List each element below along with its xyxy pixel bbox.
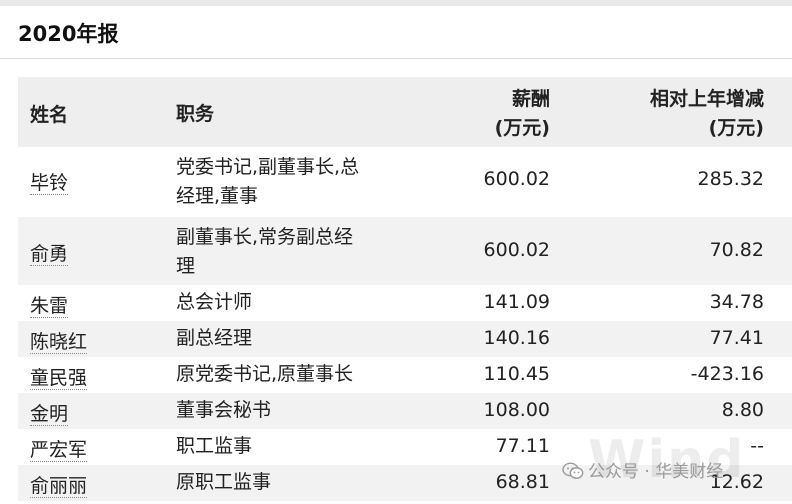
watermark-text: 公众号 · 华美财经 — [588, 462, 724, 482]
row-change: -- — [750, 435, 764, 457]
page-title: 2020年报 — [18, 22, 119, 46]
row-position: 总会计师 — [176, 291, 253, 313]
header-pay-unit: (万元) — [494, 117, 550, 139]
table-row: 朱雷 总会计师 141.09 34.78 — [18, 285, 792, 321]
row-pay: 141.09 — [483, 291, 550, 313]
row-pay: 68.81 — [495, 471, 550, 493]
row-position: 原党委书记,原董事长 — [176, 363, 354, 385]
table-row: 毕铃 党委书记,副董事长,总 经理,董事 600.02 285.32 — [18, 147, 792, 217]
row-name[interactable]: 陈晓红 — [30, 327, 88, 354]
row-name[interactable]: 毕铃 — [30, 168, 69, 195]
row-change: 8.80 — [721, 399, 764, 421]
row-pay: 600.02 — [483, 239, 550, 261]
table-row: 陈晓红 副总经理 140.16 77.41 — [18, 321, 792, 357]
header-pay: 薪酬 (万元) — [430, 85, 550, 143]
title-divider — [0, 58, 792, 59]
header-change: 相对上年增减 (万元) — [564, 85, 764, 143]
row-pay: 600.02 — [483, 168, 550, 190]
row-name[interactable]: 俞丽丽 — [30, 471, 88, 498]
header-name: 姓名 — [30, 104, 69, 126]
row-position: 原职工监事 — [176, 471, 272, 493]
table-row: 俞勇 副董事长,常务副总经理 600.02 70.82 — [18, 217, 792, 285]
row-pay: 140.16 — [483, 327, 550, 349]
table-row: 金明 董事会秘书 108.00 8.80 — [18, 393, 792, 429]
table-row: 童民强 原党委书记,原董事长 110.45 -423.16 — [18, 357, 792, 393]
row-name[interactable]: 朱雷 — [30, 291, 69, 318]
row-change: 70.82 — [709, 239, 764, 261]
row-change: 34.78 — [709, 291, 764, 313]
row-position: 党委书记,副董事长,总 经理,董事 — [176, 156, 360, 207]
row-change: 285.32 — [697, 168, 764, 190]
wechat-icon — [562, 461, 584, 479]
header-pay-label: 薪酬 — [511, 88, 550, 110]
row-name[interactable]: 金明 — [30, 399, 69, 426]
header-change-label: 相对上年增减 — [649, 88, 764, 110]
row-position: 副总经理 — [176, 327, 253, 349]
account-watermark: 公众号 · 华美财经 — [562, 458, 723, 486]
table-header: 姓名 职务 薪酬 (万元) 相对上年增减 (万元) — [18, 77, 792, 147]
row-position: 副董事长,常务副总经理 — [176, 226, 354, 277]
row-name[interactable]: 俞勇 — [30, 239, 69, 266]
header-change-unit: (万元) — [708, 117, 764, 139]
row-pay: 110.45 — [483, 363, 550, 385]
row-pay: 108.00 — [483, 399, 550, 421]
header-position: 职务 — [176, 103, 215, 125]
row-change: -423.16 — [690, 363, 764, 385]
row-position: 董事会秘书 — [176, 399, 272, 421]
row-name[interactable]: 严宏军 — [30, 435, 88, 462]
row-position: 职工监事 — [176, 435, 253, 457]
top-bar — [0, 0, 792, 6]
row-pay: 77.11 — [495, 435, 550, 457]
row-change: 77.41 — [709, 327, 764, 349]
row-name[interactable]: 童民强 — [30, 363, 88, 390]
